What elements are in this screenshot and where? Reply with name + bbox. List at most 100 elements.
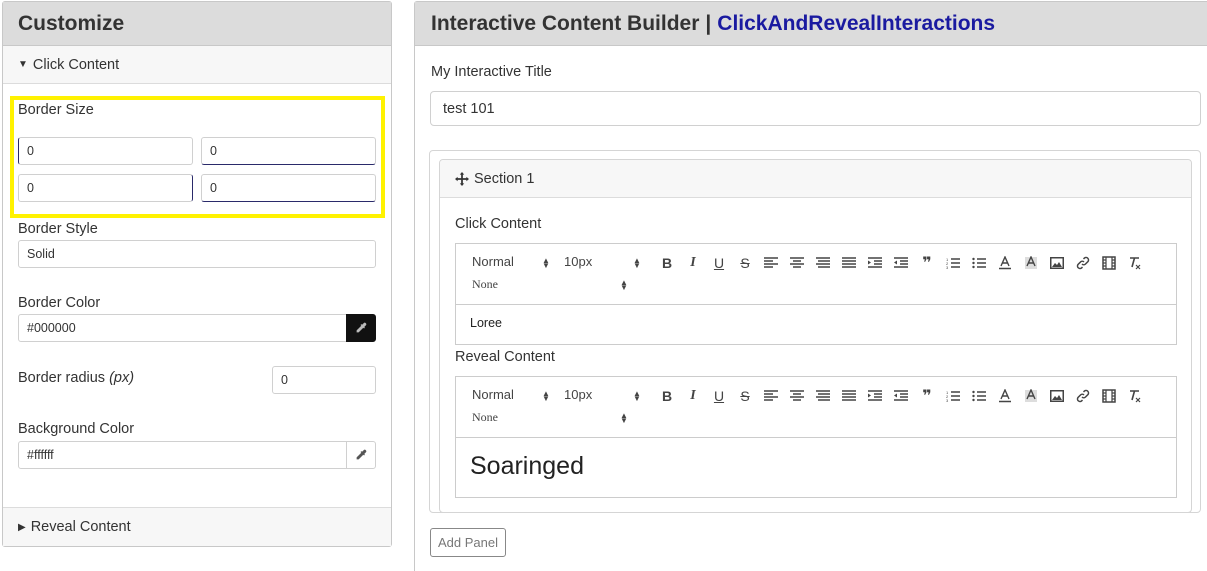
image-icon[interactable] [1044, 387, 1070, 405]
section-panel: Section 1 Click Content Normal ▲ ▼ 10px ▲… [429, 150, 1201, 513]
italic-icon[interactable]: I [680, 254, 706, 272]
font-select[interactable]: None [472, 410, 498, 425]
header-select[interactable]: Normal [472, 254, 514, 269]
align-center-icon[interactable] [784, 254, 810, 272]
border-radius-label: Border radius (px) [18, 370, 134, 386]
size-select-arrow-icon: ▲ ▼ [633, 389, 641, 403]
eyedropper-icon [356, 322, 367, 333]
border-bottom-input[interactable]: 0 [18, 174, 193, 202]
caret-right-icon: ▶ [18, 521, 26, 533]
caret-down-icon: ▼ [18, 59, 28, 70]
border-style-label: Border Style [18, 221, 98, 237]
clear-format-icon[interactable] [1122, 387, 1148, 405]
outdent-icon[interactable] [888, 254, 914, 272]
border-style-select[interactable]: Solid [18, 240, 376, 268]
highlight-color-icon[interactable] [1018, 254, 1044, 272]
builder-panel: Interactive Content Builder | ClickAndRe… [414, 1, 1207, 571]
font-select-arrow-icon: ▲ ▼ [620, 411, 628, 425]
move-icon[interactable] [455, 171, 469, 186]
size-select[interactable]: 10px [564, 387, 592, 402]
italic-icon[interactable]: I [680, 387, 706, 405]
customize-panel: Customize ▼ Click Content Border Size 0 … [2, 1, 392, 547]
ordered-list-icon[interactable]: 123 [940, 387, 966, 405]
align-left-icon[interactable] [758, 254, 784, 272]
align-justify-icon[interactable] [836, 254, 862, 272]
border-color-input[interactable]: #000000 [18, 314, 347, 342]
border-left-input[interactable]: 0 [201, 174, 376, 202]
strike-icon[interactable]: S [732, 254, 758, 272]
header-select[interactable]: Normal [472, 387, 514, 402]
clear-format-icon[interactable] [1122, 254, 1148, 272]
font-select-arrow-icon: ▲ ▼ [620, 278, 628, 292]
add-panel-button[interactable]: Add Panel [430, 528, 506, 557]
builder-subtitle: ClickAndRevealInteractions [717, 11, 996, 35]
border-radius-label-text: Border radius [18, 370, 106, 386]
format-buttons: B I U S ❞ 123 [654, 387, 1148, 405]
background-color-input[interactable]: #ffffff [18, 441, 347, 469]
background-color-picker-button[interactable] [346, 441, 376, 469]
bold-icon[interactable]: B [654, 254, 680, 272]
svg-text:3: 3 [946, 398, 949, 402]
align-right-icon[interactable] [810, 387, 836, 405]
align-center-icon[interactable] [784, 387, 810, 405]
svg-text:3: 3 [946, 265, 949, 269]
bold-icon[interactable]: B [654, 387, 680, 405]
click-content-editor: Normal ▲ ▼ 10px ▲ ▼ None ▲ ▼ B I U S ❞ 1… [455, 243, 1177, 345]
border-color-label: Border Color [18, 295, 101, 311]
interactive-title-input[interactable]: test 101 [430, 91, 1201, 126]
align-right-icon[interactable] [810, 254, 836, 272]
accordion-click-content[interactable]: ▼ Click Content [3, 46, 391, 84]
underline-icon[interactable]: U [706, 387, 732, 405]
reveal-content-editor: Normal ▲ ▼ 10px ▲ ▼ None ▲ ▼ B I U S ❞ 1… [455, 376, 1177, 498]
link-icon[interactable] [1070, 254, 1096, 272]
click-content-label: Click Content [455, 216, 542, 232]
link-icon[interactable] [1070, 387, 1096, 405]
size-select-arrow-icon: ▲ ▼ [633, 256, 641, 270]
size-select[interactable]: 10px [564, 254, 592, 269]
title-separator: | [705, 11, 712, 35]
reveal-editor-toolbar: Normal ▲ ▼ 10px ▲ ▼ None ▲ ▼ B I U S ❞ 1… [456, 377, 1176, 438]
border-right-input[interactable]: 0 [201, 137, 376, 165]
align-left-icon[interactable] [758, 387, 784, 405]
header-select-arrow-icon: ▲ ▼ [542, 256, 550, 270]
section-header[interactable]: Section 1 [440, 160, 1191, 198]
ordered-list-icon[interactable]: 123 [940, 254, 966, 272]
video-icon[interactable] [1096, 387, 1122, 405]
align-justify-icon[interactable] [836, 387, 862, 405]
text-color-icon[interactable] [992, 254, 1018, 272]
bullet-list-icon[interactable] [966, 387, 992, 405]
highlight-color-icon[interactable] [1018, 387, 1044, 405]
border-top-input[interactable]: 0 [18, 137, 193, 165]
strike-icon[interactable]: S [732, 387, 758, 405]
builder-title: Interactive Content Builder [431, 11, 700, 35]
indent-icon[interactable] [862, 387, 888, 405]
bullet-list-icon[interactable] [966, 254, 992, 272]
image-icon[interactable] [1044, 254, 1070, 272]
blockquote-icon[interactable]: ❞ [914, 387, 940, 405]
underline-icon[interactable]: U [706, 254, 732, 272]
text-color-icon[interactable] [992, 387, 1018, 405]
border-radius-unit: (px) [109, 370, 135, 386]
indent-icon[interactable] [862, 254, 888, 272]
video-icon[interactable] [1096, 254, 1122, 272]
section-title: Section 1 [474, 170, 535, 187]
customize-title: Customize [3, 2, 391, 46]
builder-header: Interactive Content Builder | ClickAndRe… [415, 2, 1207, 46]
border-radius-input[interactable]: 0 [272, 366, 376, 394]
reveal-content-label: Reveal Content [455, 349, 555, 365]
accordion-click-content-label: Click Content [32, 56, 120, 73]
outdent-icon[interactable] [888, 387, 914, 405]
click-content-body[interactable]: Loree [456, 305, 1176, 345]
eyedropper-icon [356, 449, 367, 460]
reveal-content-body[interactable]: Soaringed [456, 438, 1176, 498]
background-color-label: Background Color [18, 421, 135, 437]
blockquote-icon[interactable]: ❞ [914, 254, 940, 272]
font-select[interactable]: None [472, 277, 498, 292]
format-buttons: B I U S ❞ 123 [654, 254, 1148, 272]
accordion-reveal-content[interactable]: ▶ Reveal Content [3, 507, 391, 546]
border-size-label: Border Size [18, 102, 94, 118]
interactive-title-label: My Interactive Title [431, 64, 552, 80]
border-color-picker-button[interactable] [346, 314, 376, 342]
click-editor-toolbar: Normal ▲ ▼ 10px ▲ ▼ None ▲ ▼ B I U S ❞ 1… [456, 244, 1176, 305]
accordion-reveal-content-label: Reveal Content [30, 519, 131, 535]
